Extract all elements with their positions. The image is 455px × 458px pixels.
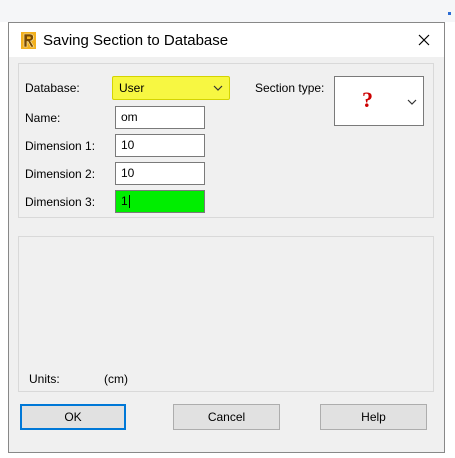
- dialog-title: Saving Section to Database: [43, 32, 229, 49]
- dimension-3-value: 1: [121, 194, 128, 208]
- ok-button[interactable]: OK: [20, 404, 126, 430]
- unknown-section-icon: ?: [362, 87, 373, 112]
- units-value: (cm): [104, 372, 128, 386]
- units-label: Units:: [29, 372, 60, 386]
- title-bar[interactable]: Saving Section to Database: [9, 23, 444, 57]
- dimension-2-label: Dimension 2:: [25, 167, 96, 181]
- dimension-3-input[interactable]: 1: [115, 190, 205, 213]
- saving-section-dialog: Saving Section to Database Database: Use…: [8, 22, 445, 453]
- dimension-3-label: Dimension 3:: [25, 195, 96, 209]
- background-speck: [448, 12, 451, 15]
- close-button[interactable]: [410, 26, 438, 54]
- dimension-1-input[interactable]: 10: [115, 134, 205, 157]
- section-type-dropdown[interactable]: ?: [334, 76, 424, 126]
- background-strip: [0, 0, 455, 22]
- database-label: Database:: [25, 81, 80, 95]
- section-type-label: Section type:: [255, 81, 325, 95]
- close-icon: [418, 34, 430, 46]
- chevron-down-icon: [407, 99, 417, 105]
- background-strip-left: [0, 22, 8, 458]
- chevron-down-icon: [213, 85, 223, 91]
- database-value: User: [119, 81, 145, 95]
- database-dropdown[interactable]: User: [112, 76, 230, 100]
- section-preview-area: [18, 236, 434, 392]
- name-label: Name:: [25, 111, 61, 125]
- dimension-1-label: Dimension 1:: [25, 139, 96, 153]
- dimension-2-input[interactable]: 10: [115, 162, 205, 185]
- name-input[interactable]: om: [115, 106, 205, 129]
- cancel-button[interactable]: Cancel: [173, 404, 280, 430]
- revit-r-icon: [21, 32, 36, 49]
- help-button[interactable]: Help: [320, 404, 427, 430]
